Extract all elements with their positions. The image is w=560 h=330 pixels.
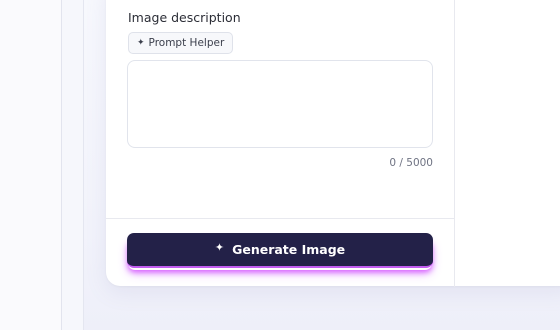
prompt-helper-button[interactable]: ✦ Prompt Helper xyxy=(128,32,234,54)
sidebar-gutter xyxy=(62,0,83,330)
generate-image-label: Generate Image xyxy=(232,242,346,257)
gutter-divider xyxy=(83,0,84,330)
image-description-input[interactable] xyxy=(127,60,433,148)
left-navigation-strip xyxy=(0,0,61,330)
image-description-label: Image description xyxy=(128,10,241,25)
footer-divider xyxy=(106,218,454,219)
sparkle-icon: ✦ xyxy=(214,241,225,254)
generate-image-button[interactable]: ✦ Generate Image xyxy=(127,233,433,268)
sparkle-icon: ✦ xyxy=(137,38,145,48)
prompt-helper-label: Prompt Helper xyxy=(148,37,225,49)
character-counter: 0 / 5000 xyxy=(389,157,433,169)
panel-divider xyxy=(454,0,455,287)
